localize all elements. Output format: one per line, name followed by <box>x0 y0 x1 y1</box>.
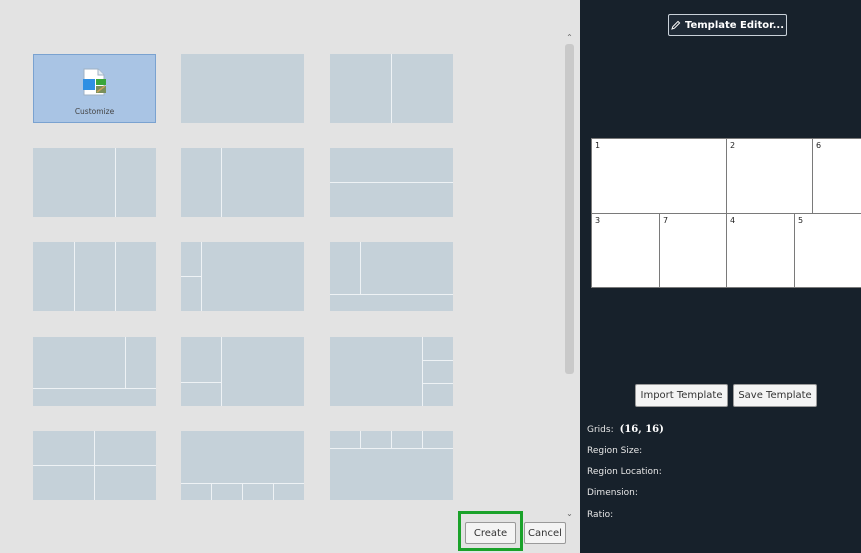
region-number: 4 <box>730 216 736 225</box>
pencil-icon <box>671 20 681 30</box>
chevron-down-icon[interactable]: ⌄ <box>563 508 576 520</box>
layout-tile[interactable] <box>33 337 156 406</box>
layout-tile[interactable] <box>330 337 453 406</box>
layout-tile[interactable] <box>181 54 304 123</box>
layout-tile-customize[interactable]: Customize <box>33 54 156 123</box>
import-template-button[interactable]: Import Template <box>635 384 728 407</box>
layout-tile[interactable] <box>330 148 453 217</box>
grids-value: (16, 16) <box>619 424 664 435</box>
template-editor-button[interactable]: Template Editor... <box>668 14 787 36</box>
region-location-label: Region Location: <box>587 467 662 477</box>
layout-tile[interactable] <box>330 54 453 123</box>
layout-tile[interactable] <box>33 431 156 500</box>
create-button[interactable]: Create <box>465 522 516 544</box>
layout-gallery-panel: Customize ⌃ ⌄ Create Cancel <box>0 0 581 553</box>
region-number: 5 <box>798 216 804 225</box>
template-preview: 1 2 6 3 7 4 5 <box>591 138 861 288</box>
region-cell[interactable]: 2 <box>726 138 813 214</box>
region-cell[interactable]: 4 <box>726 213 795 288</box>
chevron-up-icon[interactable]: ⌃ <box>563 32 576 44</box>
template-editor-label: Template Editor... <box>684 19 785 31</box>
layout-tile[interactable] <box>181 337 304 406</box>
region-number: 3 <box>595 216 601 225</box>
scrollbar-thumb[interactable] <box>565 44 574 374</box>
layout-tile[interactable] <box>181 242 304 311</box>
region-cell[interactable]: 7 <box>659 213 727 288</box>
layout-tile[interactable] <box>33 148 156 217</box>
region-cell[interactable]: 3 <box>591 213 660 288</box>
layout-tile[interactable] <box>330 242 453 311</box>
layout-tile[interactable] <box>181 148 304 217</box>
ratio-label: Ratio: <box>587 510 614 520</box>
region-cell[interactable]: 6 <box>812 138 861 214</box>
save-template-button[interactable]: Save Template <box>733 384 817 407</box>
region-cell[interactable]: 5 <box>794 213 861 288</box>
region-number: 6 <box>816 141 822 150</box>
grids-label: Grids: <box>587 425 614 435</box>
vertical-scrollbar[interactable]: ⌃ ⌄ <box>563 30 576 520</box>
dimension-label: Dimension: <box>587 488 638 498</box>
document-layout-icon <box>83 68 106 96</box>
region-number: 1 <box>595 141 601 150</box>
grids-info: Grids: (16, 16) <box>587 424 664 435</box>
customize-label: Customize <box>74 107 115 116</box>
region-cell[interactable]: 1 <box>591 138 727 214</box>
region-number: 2 <box>730 141 736 150</box>
layout-tile[interactable] <box>181 431 304 500</box>
layout-tile[interactable] <box>33 242 156 311</box>
region-size-label: Region Size: <box>587 446 643 456</box>
region-number: 7 <box>663 216 669 225</box>
cancel-button[interactable]: Cancel <box>524 522 566 544</box>
layout-tile[interactable] <box>330 431 453 500</box>
